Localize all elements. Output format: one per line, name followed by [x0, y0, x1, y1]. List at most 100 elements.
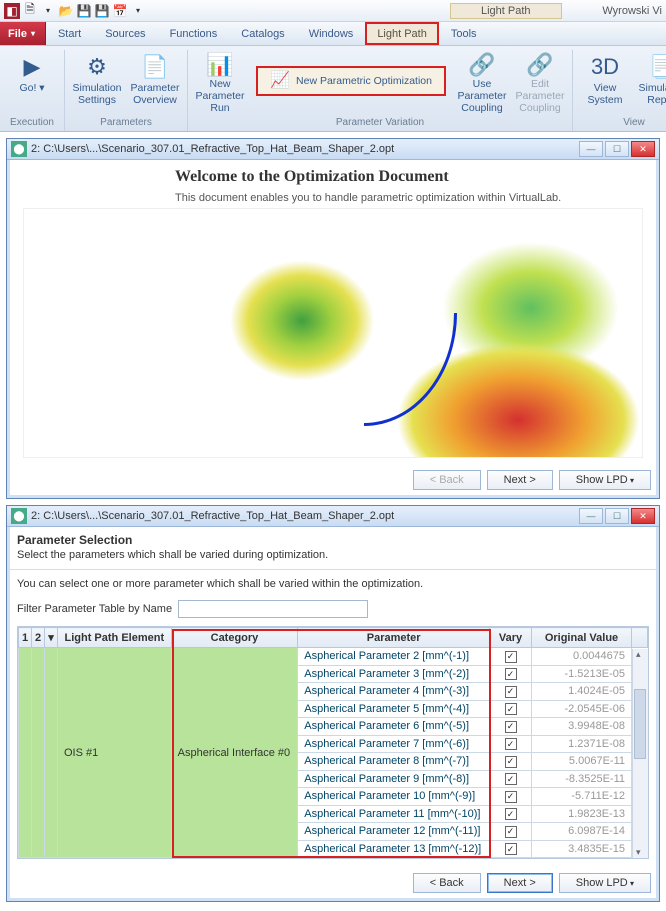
- original-value-cell: 3.4835E-15: [532, 840, 632, 858]
- vary-cell[interactable]: ✓: [490, 805, 532, 823]
- vary-cell[interactable]: ✓: [490, 753, 532, 771]
- quick-access-toolbar: ◧ 🗎 ▾ 📂 💾 💾 📅 ▾: [0, 3, 150, 19]
- vary-cell[interactable]: ✓: [490, 683, 532, 701]
- tab-functions[interactable]: Functions: [158, 22, 230, 45]
- col-category[interactable]: Category: [171, 628, 298, 648]
- saveall-icon[interactable]: 💾: [94, 3, 110, 19]
- original-value-cell: 1.4024E-05: [532, 683, 632, 701]
- original-value-cell: 0.0044675: [532, 648, 632, 666]
- filter-input[interactable]: [178, 600, 368, 618]
- new-param-opt-icon: 📈: [270, 71, 290, 91]
- tab-tools[interactable]: Tools: [439, 22, 489, 45]
- minimize-button[interactable]: —: [579, 141, 603, 157]
- param-cell: Aspherical Parameter 12 [mm^(-11)]: [298, 823, 490, 841]
- vary-cell[interactable]: ✓: [490, 648, 532, 666]
- checkbox-icon[interactable]: ✓: [505, 668, 517, 680]
- vary-cell[interactable]: ✓: [490, 788, 532, 806]
- new-icon[interactable]: 🗎: [22, 3, 38, 19]
- param-cell: Aspherical Parameter 4 [mm^(-3)]: [298, 683, 490, 701]
- param-cell: Aspherical Parameter 11 [mm^(-10)]: [298, 805, 490, 823]
- tab-catalogs[interactable]: Catalogs: [229, 22, 296, 45]
- show-lpd-button[interactable]: Show LPD: [559, 873, 651, 893]
- next-button[interactable]: Next >: [487, 470, 553, 490]
- checkbox-icon[interactable]: ✓: [505, 721, 517, 733]
- file-menu[interactable]: File: [0, 22, 46, 45]
- param-cell: Aspherical Parameter 7 [mm^(-6)]: [298, 735, 490, 753]
- tab-start[interactable]: Start: [46, 22, 93, 45]
- param-cell: Aspherical Parameter 9 [mm^(-8)]: [298, 770, 490, 788]
- checkbox-icon[interactable]: ✓: [505, 756, 517, 768]
- checkbox-icon[interactable]: ✓: [505, 686, 517, 698]
- param-cell: Aspherical Parameter 6 [mm^(-5)]: [298, 718, 490, 736]
- next-button[interactable]: Next >: [487, 873, 553, 893]
- checkbox-icon[interactable]: ✓: [505, 773, 517, 785]
- go-button[interactable]: ▶Go! ▾: [4, 50, 60, 116]
- col-vary[interactable]: Vary: [490, 628, 532, 648]
- param-cell: Aspherical Parameter 5 [mm^(-4)]: [298, 700, 490, 718]
- col-scroll: [632, 628, 648, 648]
- vary-cell[interactable]: ✓: [490, 823, 532, 841]
- go-label: Go! ▾: [19, 82, 44, 94]
- open-icon[interactable]: 📂: [58, 3, 74, 19]
- qat-dd-icon[interactable]: ▾: [130, 3, 146, 19]
- group-label: Parameter Variation: [336, 116, 424, 129]
- close-button[interactable]: ✕: [631, 141, 655, 157]
- checkbox-icon[interactable]: ✓: [505, 738, 517, 750]
- new-param-run-icon: 📊: [204, 52, 236, 78]
- maximize-button[interactable]: ☐: [605, 508, 629, 524]
- app-icon: ◧: [4, 3, 20, 19]
- maximize-button[interactable]: ☐: [605, 141, 629, 157]
- instruction-text: You can select one or more parameter whi…: [7, 578, 659, 600]
- checkbox-icon[interactable]: ✓: [505, 843, 517, 855]
- use-coupling-button[interactable]: 🔗Use Parameter Coupling: [454, 50, 510, 116]
- col-original[interactable]: Original Value: [532, 628, 632, 648]
- parameter-selection-window: ⬤ 2: C:\Users\...\Scenario_307.01_Refrac…: [6, 505, 660, 902]
- vary-cell[interactable]: ✓: [490, 840, 532, 858]
- dropdown-icon[interactable]: ▾: [40, 3, 56, 19]
- context-tab-label: Light Path: [450, 3, 562, 19]
- checkbox-icon[interactable]: ✓: [505, 703, 517, 715]
- new-param-opt-button[interactable]: 📈 New Parametric Optimization: [256, 66, 446, 96]
- table-scrollbar[interactable]: [632, 649, 648, 858]
- parameter-table: 1 2 ▾ Light Path Element Category Parame…: [18, 627, 648, 858]
- edit-coupling-button: 🔗Edit Parameter Coupling: [512, 50, 568, 116]
- tab-sources[interactable]: Sources: [93, 22, 157, 45]
- ribbon: ▶Go! ▾Execution⚙Simulation Settings📄Para…: [0, 46, 666, 132]
- back-button[interactable]: < Back: [413, 873, 481, 893]
- col-2[interactable]: 2: [32, 628, 45, 648]
- col-1[interactable]: 1: [19, 628, 32, 648]
- vary-cell[interactable]: ✓: [490, 700, 532, 718]
- checkbox-icon[interactable]: ✓: [505, 651, 517, 663]
- new-param-run-button[interactable]: 📊New Parameter Run: [192, 50, 248, 116]
- vary-cell[interactable]: ✓: [490, 770, 532, 788]
- param-cell: Aspherical Parameter 13 [mm^(-12)]: [298, 840, 490, 858]
- close-button[interactable]: ✕: [631, 508, 655, 524]
- vary-cell[interactable]: ✓: [490, 665, 532, 683]
- param-overview-button[interactable]: 📄Parameter Overview: [127, 50, 183, 116]
- doc-icon: ⬤: [11, 508, 27, 524]
- checkbox-icon[interactable]: ✓: [505, 808, 517, 820]
- save-icon[interactable]: 💾: [76, 3, 92, 19]
- show-lpd-button[interactable]: Show LPD: [559, 470, 651, 490]
- checkbox-icon[interactable]: ✓: [505, 826, 517, 838]
- table-row[interactable]: OIS #1Aspherical Interface #0Aspherical …: [19, 648, 648, 666]
- tab-light-path[interactable]: Light Path: [365, 22, 439, 45]
- vary-cell[interactable]: ✓: [490, 718, 532, 736]
- col-parameter[interactable]: Parameter: [298, 628, 490, 648]
- sim-report-button[interactable]: 📑Simulation Report: [635, 50, 666, 116]
- sim-report-icon: 📑: [647, 52, 666, 82]
- calendar-icon[interactable]: 📅: [112, 3, 128, 19]
- use-coupling-label: Use Parameter Coupling: [456, 78, 508, 114]
- minimize-button[interactable]: —: [579, 508, 603, 524]
- checkbox-icon[interactable]: ✓: [505, 791, 517, 803]
- tab-windows[interactable]: Windows: [297, 22, 366, 45]
- sim-settings-button[interactable]: ⚙Simulation Settings: [69, 50, 125, 116]
- vary-cell[interactable]: ✓: [490, 735, 532, 753]
- col-expand[interactable]: ▾: [45, 628, 58, 648]
- original-value-cell: 6.0987E-14: [532, 823, 632, 841]
- category-cell: Aspherical Interface #0: [171, 648, 298, 858]
- col-lpe[interactable]: Light Path Element: [58, 628, 172, 648]
- new-param-opt-label: New Parametric Optimization: [296, 75, 432, 87]
- param-cell: Aspherical Parameter 2 [mm^(-1)]: [298, 648, 490, 666]
- view-system-button[interactable]: 3DView System: [577, 50, 633, 116]
